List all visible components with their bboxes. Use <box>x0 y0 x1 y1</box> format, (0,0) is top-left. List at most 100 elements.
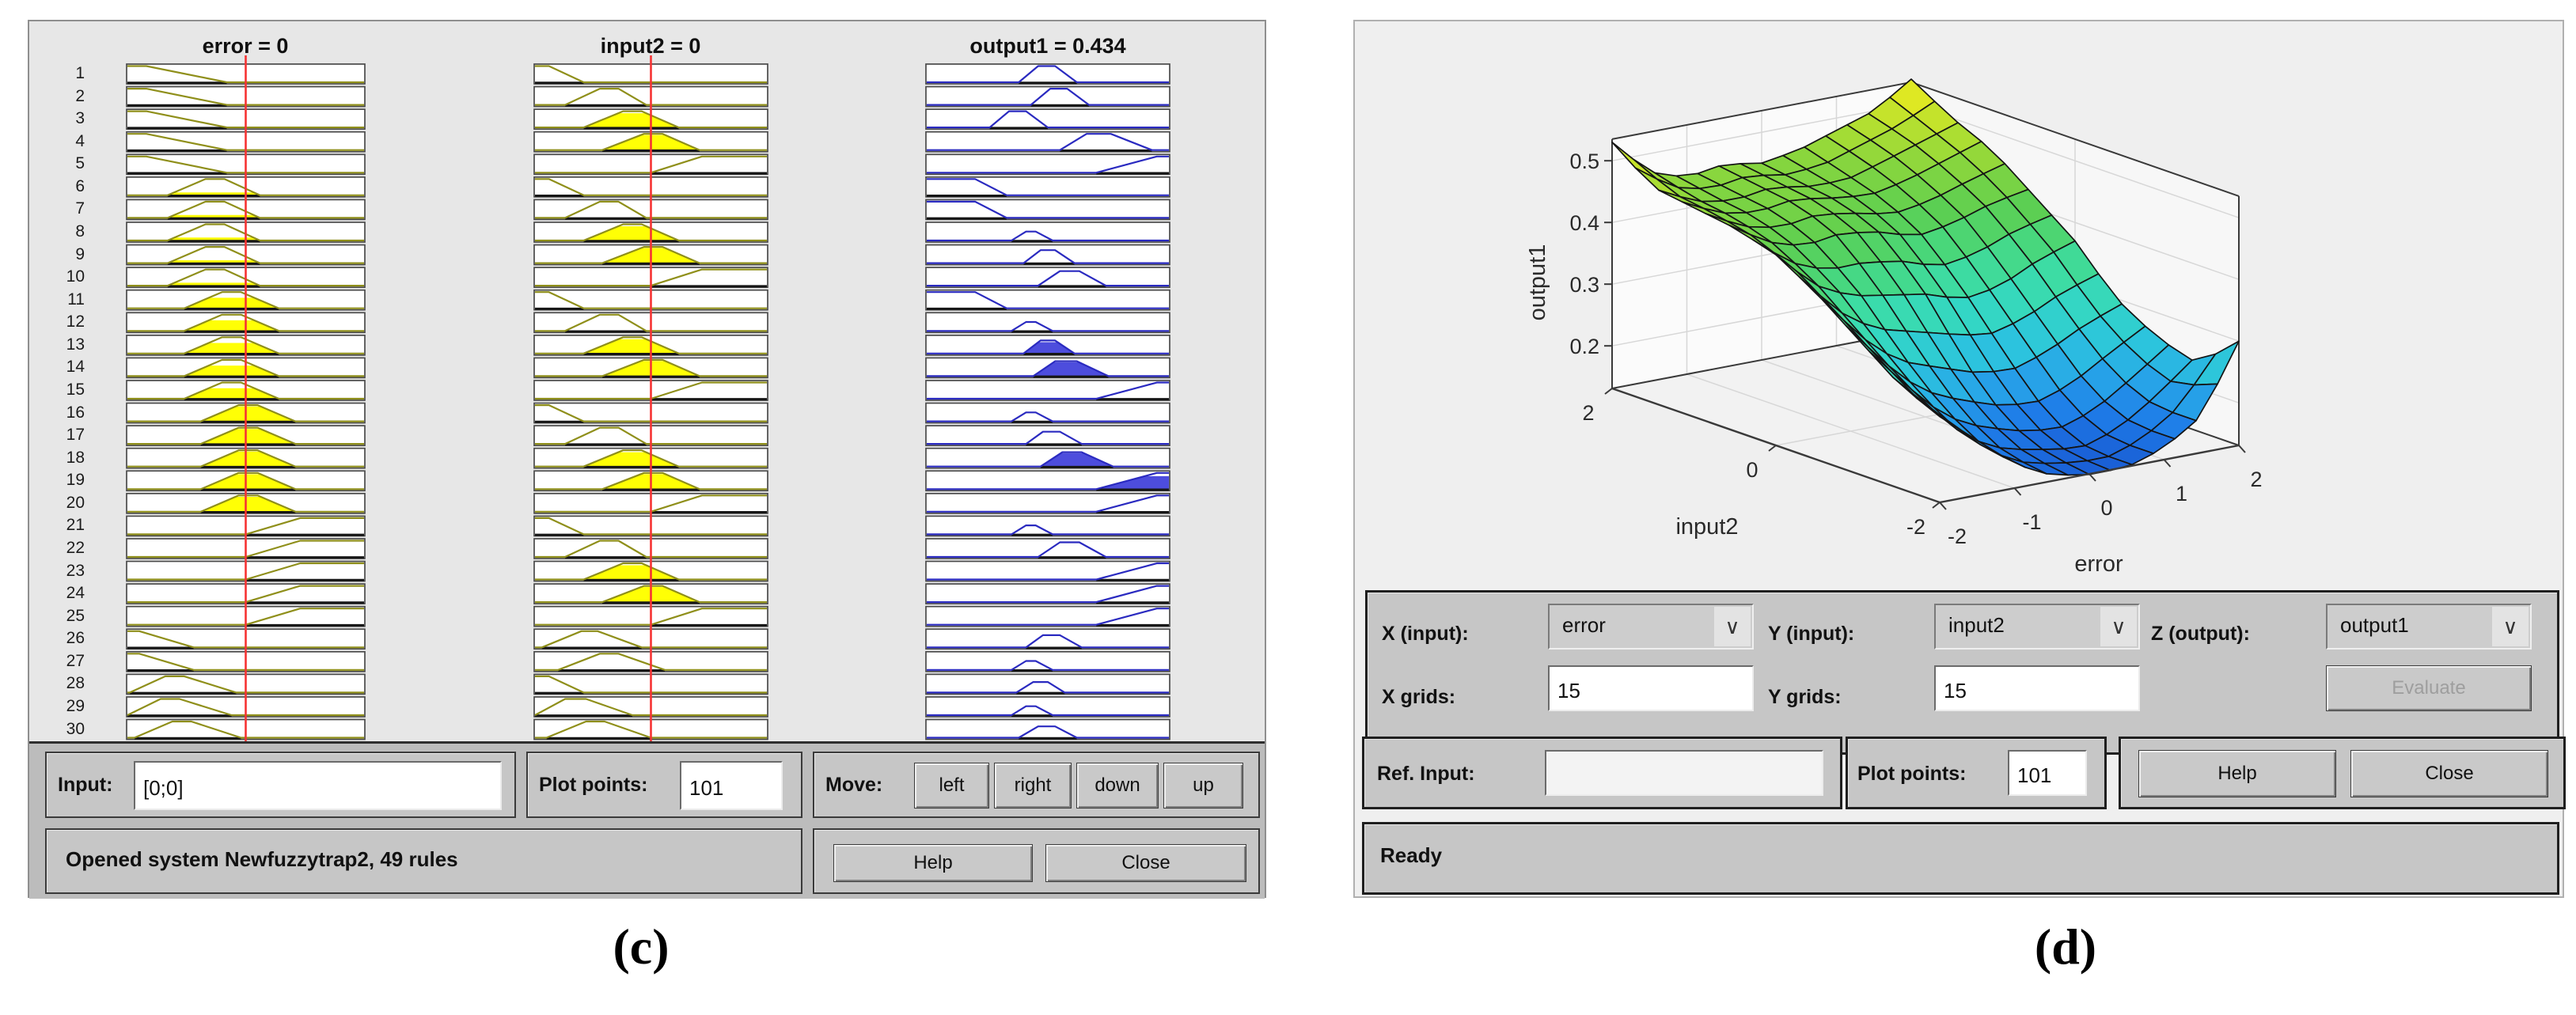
z-tick-label: 0.2 <box>1569 335 1599 358</box>
rule-column-error[interactable] <box>126 54 366 744</box>
rule-row-number: 12 <box>44 312 85 332</box>
y-tick-label: 0 <box>1746 458 1758 482</box>
z-axis-title: output1 <box>1525 244 1550 321</box>
page: error = 0 input2 = 0 output1 = 0.434 123… <box>0 0 2576 1015</box>
evaluate-button: Evaluate <box>2326 665 2532 711</box>
y-grids-field[interactable] <box>1934 665 2140 711</box>
input-label: Input: <box>58 774 112 797</box>
help-button-d[interactable]: Help <box>2138 750 2336 797</box>
x-tick-label: 2 <box>2250 468 2262 491</box>
rule-row-number: 16 <box>44 403 85 423</box>
rule-row-number: 25 <box>44 606 85 627</box>
surface-plot[interactable]: 0.5 0.4 0.3 0.2 -2 -1 0 1 2 2 0 -2 error input2 output… <box>1355 21 2563 585</box>
x-input-dropdown[interactable]: error ∨ <box>1548 604 1754 650</box>
plot-points-field[interactable] <box>680 761 783 810</box>
status-panel-d: Ready <box>1362 822 2559 895</box>
y-grids-label: Y grids: <box>1768 686 1842 709</box>
axes-controls-panel: X (input): error ∨ Y (input): input2 ∨ Z… <box>1365 590 2559 755</box>
rule-row-number: 3 <box>44 108 85 129</box>
input-panel: Input: <box>45 752 516 818</box>
x-input-label: X (input): <box>1382 623 1469 646</box>
rule-row-number: 13 <box>44 335 85 355</box>
rule-row-number: 17 <box>44 425 85 445</box>
status-panel: Opened system Newfuzzytrap2, 49 rules <box>45 828 802 894</box>
rule-row-number: 19 <box>44 470 85 490</box>
close-button[interactable]: Close <box>1045 844 1246 882</box>
rule-row-number: 4 <box>44 131 85 152</box>
z-tick-label: 0.3 <box>1569 273 1599 297</box>
plot-points-panel: Plot points: <box>526 752 802 818</box>
y-input-label: Y (input): <box>1768 623 1854 646</box>
rule-row-number: 1 <box>44 63 85 84</box>
move-right-button[interactable]: right <box>994 763 1072 809</box>
rule-row-number: 23 <box>44 561 85 581</box>
rule-row-number: 2 <box>44 86 85 107</box>
rule-row-number: 9 <box>44 244 85 265</box>
ref-input-label: Ref. Input: <box>1377 763 1475 786</box>
rule-row-number: 20 <box>44 493 85 513</box>
x-tick-label: 1 <box>2176 482 2187 506</box>
chevron-down-icon[interactable]: ∨ <box>1714 607 1751 646</box>
rule-row-number: 8 <box>44 222 85 242</box>
caption-d: (d) <box>2035 918 2096 976</box>
x-tick-label: 0 <box>2100 496 2112 520</box>
move-label: Move: <box>825 774 882 797</box>
plot-points-field-d[interactable] <box>2008 750 2087 796</box>
z-output-dropdown[interactable]: output1 ∨ <box>2326 604 2532 650</box>
move-down-button[interactable]: down <box>1076 763 1159 809</box>
y-axis-title: input2 <box>1675 514 1738 540</box>
help-close-panel-d: Help Close <box>2119 737 2566 809</box>
rule-row-number: 30 <box>44 719 85 740</box>
surface-viewer-window: 0.5 0.4 0.3 0.2 -2 -1 0 1 2 2 0 -2 error input2 output… <box>1353 20 2564 898</box>
x-grids-field[interactable] <box>1548 665 1754 711</box>
move-left-button[interactable]: left <box>914 763 989 809</box>
status-text: Opened system Newfuzzytrap2, 49 rules <box>66 847 458 872</box>
y-tick-label: 2 <box>1582 401 1594 425</box>
rule-row-number: 27 <box>44 651 85 672</box>
x-tick-label: -1 <box>2022 510 2041 534</box>
rule-row-number: 24 <box>44 583 85 604</box>
rule-viewer-window: error = 0 input2 = 0 output1 = 0.434 123… <box>28 20 1266 898</box>
ref-input-field <box>1545 750 1823 796</box>
status-text-d: Ready <box>1380 843 1442 868</box>
x-input-value: error <box>1562 613 1606 638</box>
rule-row-number: 18 <box>44 448 85 468</box>
rule-row-number: 22 <box>44 538 85 559</box>
help-close-panel: Help Close <box>813 828 1260 894</box>
help-button[interactable]: Help <box>833 844 1033 882</box>
x-tick-label: -2 <box>1948 525 1967 548</box>
surface-3d-svg[interactable]: 0.5 0.4 0.3 0.2 -2 -1 0 1 2 2 0 -2 error input2 output… <box>1355 21 2563 585</box>
rule-row-number: 29 <box>44 696 85 717</box>
rule-row-number: 14 <box>44 357 85 377</box>
caption-c: (c) <box>613 918 669 976</box>
rule-row-number: 28 <box>44 673 85 694</box>
chevron-down-icon[interactable]: ∨ <box>2100 607 2137 646</box>
rule-row-number: 26 <box>44 628 85 649</box>
rule-column-output1[interactable] <box>925 54 1170 744</box>
rule-row-number: 6 <box>44 176 85 197</box>
chevron-down-icon[interactable]: ∨ <box>2492 607 2529 646</box>
plot-points-panel-d: Plot points: <box>1846 737 2107 809</box>
ref-input-panel: Ref. Input: <box>1362 737 1842 809</box>
rule-row-number: 7 <box>44 199 85 219</box>
rule-row-number: 10 <box>44 267 85 287</box>
rule-row-number: 15 <box>44 380 85 400</box>
y-tick-label: -2 <box>1906 515 1925 539</box>
y-input-value: input2 <box>1948 613 2005 638</box>
input-field[interactable] <box>134 761 502 810</box>
rule-row-number: 21 <box>44 515 85 536</box>
move-up-button[interactable]: up <box>1163 763 1243 809</box>
z-tick-label: 0.5 <box>1569 150 1599 173</box>
z-output-value: output1 <box>2340 613 2409 638</box>
z-tick-label: 0.4 <box>1569 211 1599 235</box>
rule-row-number: 5 <box>44 153 85 174</box>
move-panel: Move: left right down up <box>813 752 1260 818</box>
close-button-d[interactable]: Close <box>2350 750 2548 797</box>
y-input-dropdown[interactable]: input2 ∨ <box>1934 604 2140 650</box>
x-grids-label: X grids: <box>1382 686 1455 709</box>
z-output-label: Z (output): <box>2151 623 2250 646</box>
x-axis-title: error <box>2074 551 2123 577</box>
plot-points-label: Plot points: <box>539 774 647 797</box>
rule-column-input2[interactable] <box>533 54 768 744</box>
rule-row-number: 11 <box>44 290 85 310</box>
